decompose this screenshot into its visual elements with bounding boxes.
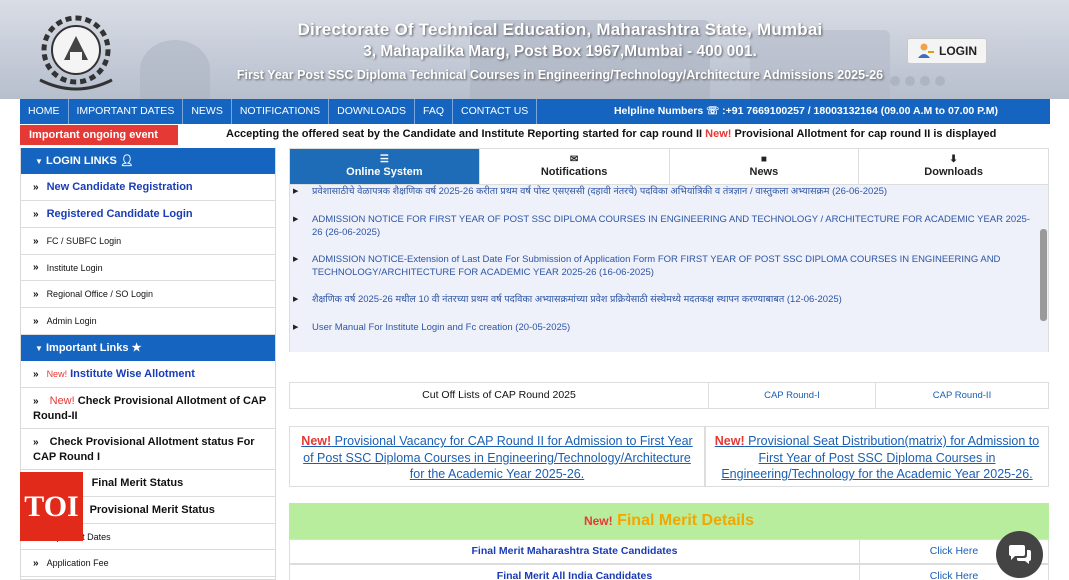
user-icon: 👤︎ [119, 155, 134, 167]
download-icon: ⬇ [949, 154, 958, 165]
notice-item[interactable]: ▶ ADMISSION NOTICE-Extension of Last Dat… [290, 253, 1030, 279]
new-label: New! [705, 128, 732, 140]
tab-downloads[interactable]: ⬇ Downloads [859, 149, 1048, 184]
notice-item[interactable]: ▶ User Manual For Institute Login and Fc… [290, 321, 1030, 334]
header-subtitle: First Year Post SSC Diploma Technical Co… [236, 68, 884, 82]
nav-item-home[interactable]: HOME [20, 99, 69, 124]
final-merit-row: Final Merit All India Candidates Click H… [289, 564, 1049, 580]
chat-bubbles-icon[interactable] [996, 531, 1043, 578]
triangle-bullet-icon: ▶ [293, 256, 299, 263]
double-chevron-icon: » [33, 437, 39, 448]
dte-emblem-icon [39, 15, 113, 91]
nav-item-contact-us[interactable]: CONTACT US [453, 99, 538, 124]
sidebar-item-provisional-allotment-round-1[interactable]: » Check Provisional Allotment status For… [21, 429, 275, 470]
notice-item[interactable]: ▶ शैक्षणिक वर्ष 2025-26 मधील 10 वी नंतरच… [290, 293, 1030, 306]
nav-item-downloads[interactable]: DOWNLOADS [329, 99, 415, 124]
caret-down-icon: ▼ [35, 157, 43, 166]
header-title: Directorate Of Technical Education, Maha… [297, 20, 823, 39]
sidebar-item-registered-candidate-login[interactable]: » Registered Candidate Login [21, 201, 275, 228]
login-button[interactable]: LOGIN [907, 38, 987, 64]
double-chevron-icon: » [33, 262, 39, 273]
header-address: 3, Mahapalika Marg, Post Box 1967,Mumbai… [363, 43, 757, 60]
double-chevron-icon: » [33, 396, 39, 407]
sidebar-item-provisional-allotment-round-2[interactable]: » New! Check Provisional Allotment of CA… [21, 388, 275, 429]
toi-logo: TOI [20, 472, 83, 541]
sidebar-item-regional-office-login[interactable]: » Regional Office / SO Login [21, 281, 275, 308]
important-links-heading: ▼ Important Links ★ [21, 335, 275, 361]
file-icon: ■ [760, 154, 767, 165]
tab-news[interactable]: ■ News [669, 149, 860, 184]
final-merit-maharashtra-label: Final Merit Maharashtra State Candidates [471, 545, 678, 557]
nav-item-news[interactable]: NEWS [183, 99, 232, 124]
ticker-text[interactable]: Accepting the offered seat by the Candid… [226, 128, 996, 140]
announcement-ticker: Important ongoing event Accepting the of… [20, 124, 1050, 146]
sidebar-item-fc-login[interactable]: » FC / SUBFC Login [21, 228, 275, 255]
nav-item-notifications[interactable]: NOTIFICATIONS [232, 99, 330, 124]
double-chevron-icon: » [33, 368, 39, 380]
double-chevron-icon: » [33, 181, 39, 193]
new-label: New! [583, 514, 613, 528]
login-links-heading: ▼ LOGIN LINKS 👤︎ [21, 148, 275, 174]
notice-list: ▶ प्रवेशासाठीचे वेळापत्रक शैक्षणिक वर्ष … [289, 185, 1049, 352]
cutoff-round-2-link[interactable]: CAP Round-II [876, 383, 1048, 408]
triangle-bullet-icon: ▶ [293, 216, 299, 223]
final-merit-heading: New! Final Merit Details [289, 503, 1049, 539]
notice-item[interactable]: ▶ ADMISSION NOTICE FOR FIRST YEAR OF POS… [290, 213, 1030, 239]
envelope-icon: ✉ [569, 154, 579, 165]
site-header: Directorate Of Technical Education, Maha… [0, 0, 1069, 99]
ticker-badge: Important ongoing event [20, 125, 178, 145]
cutoff-lists-row: Cut Off Lists of CAP Round 2025 CAP Roun… [289, 382, 1049, 409]
cutoff-round-1-link[interactable]: CAP Round-I [709, 383, 876, 408]
notice-item[interactable]: ▶ प्रवेशासाठीचे वेळापत्रक शैक्षणिक वर्ष … [290, 185, 1030, 198]
new-label: New! [301, 434, 332, 448]
sidebar-item-institute-login[interactable]: » Institute Login [21, 255, 275, 281]
header-decoration [890, 76, 945, 86]
helpline-numbers: Helpline Numbers ☏ :+91 7669100257 / 180… [613, 105, 998, 117]
star-icon: ★ [131, 342, 142, 354]
provisional-vacancy-link[interactable]: New! Provisional Vacancy for CAP Round I… [289, 426, 705, 487]
double-chevron-icon: » [33, 288, 39, 300]
final-merit-row: Final Merit Maharashtra State Candidates… [289, 539, 1049, 564]
double-chevron-icon: » [33, 208, 39, 220]
tab-online-system[interactable]: ☰ Online System [290, 149, 480, 184]
sidebar-item-admin-login[interactable]: » Admin Login [21, 308, 275, 335]
document-icon: ☰ [379, 154, 389, 165]
sidebar-item-new-candidate-registration[interactable]: » New Candidate Registration [21, 174, 275, 201]
nav-item-important-dates[interactable]: IMPORTANT DATES [69, 99, 184, 124]
login-label: LOGIN [939, 44, 977, 58]
triangle-bullet-icon: ▶ [293, 296, 299, 303]
triangle-bullet-icon: ▶ [293, 188, 299, 195]
provisional-seat-distribution-link[interactable]: New! Provisional Seat Distribution(matri… [705, 426, 1049, 487]
sidebar-item-application-fee[interactable]: » Application Fee [21, 550, 275, 577]
triangle-bullet-icon: ▶ [293, 324, 299, 331]
double-chevron-icon: » [33, 557, 39, 569]
new-label: New! [714, 434, 745, 448]
double-chevron-icon: » [33, 235, 39, 247]
content-tabs: ☰ Online System ✉ Notifications ■ News ⬇… [289, 148, 1049, 185]
user-key-icon [918, 43, 934, 58]
caret-down-icon: ▼ [35, 344, 43, 353]
cutoff-label: Cut Off Lists of CAP Round 2025 [290, 383, 709, 408]
sidebar-item-institute-wise-allotment[interactable]: » New! Institute Wise Allotment [21, 361, 275, 388]
main-nav: HOME IMPORTANT DATES NEWS NOTIFICATIONS … [20, 99, 1050, 124]
notice-scrollbar[interactable] [1040, 229, 1047, 321]
nav-item-faq[interactable]: FAQ [415, 99, 453, 124]
double-chevron-icon: » [33, 315, 39, 327]
tab-notifications[interactable]: ✉ Notifications [479, 149, 670, 184]
final-merit-all-india-label: Final Merit All India Candidates [496, 570, 653, 580]
